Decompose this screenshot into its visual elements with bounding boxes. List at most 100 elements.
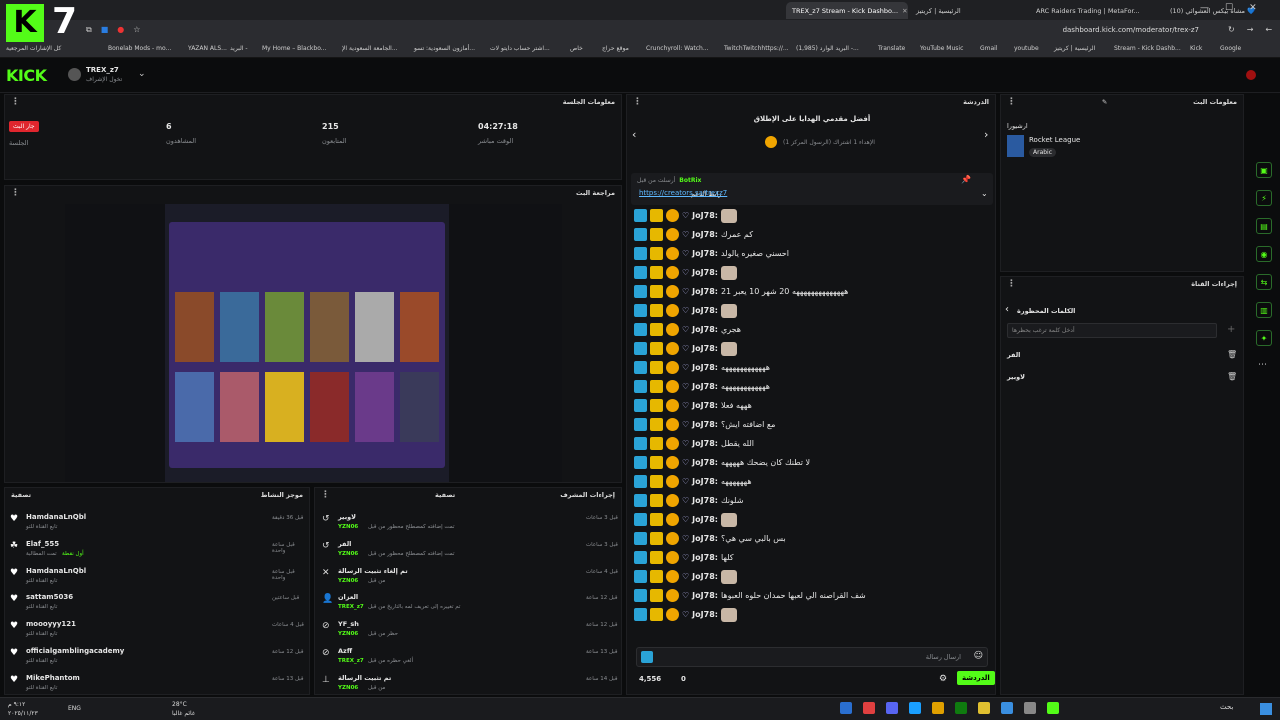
mod-action-item[interactable]: ✕ تم إلغاء تثبيت الرسالة YZN06 من قبل قب… <box>318 565 618 589</box>
chat-message[interactable]: ♡ JoJ78: كلها <box>634 549 994 566</box>
chat-username[interactable]: JoJ78: <box>692 287 718 296</box>
pinned-link[interactable]: https://creators.sa/trexz7 <box>639 189 727 197</box>
search-icon[interactable]: بحث <box>1220 703 1233 711</box>
more-icon[interactable]: ⋮ <box>11 97 20 107</box>
emote-icon[interactable]: ☺ <box>974 651 983 661</box>
chat-username[interactable]: JoJ78: <box>692 363 718 372</box>
lightning-icon[interactable] <box>641 651 653 663</box>
chevron-left-icon[interactable]: ‹ <box>1005 304 1009 315</box>
chat-username[interactable]: JoJ78: <box>692 211 718 220</box>
chat-message[interactable]: ♡ JoJ78: لا تطنك كان يضحك هههههه <box>634 454 994 471</box>
chat-username[interactable]: JoJ78: <box>692 344 718 353</box>
activity-user[interactable]: HamdanaLnQbl <box>26 567 86 575</box>
chat-username[interactable]: JoJ78: <box>692 382 718 391</box>
activity-item[interactable]: ♥ HamdanaLnQbl تابع القناة للتو قبل 36 د… <box>10 511 306 535</box>
bookmark-item[interactable]: Translate <box>878 45 905 52</box>
mod-action-by[interactable]: YZN06 <box>338 631 358 637</box>
chat-username[interactable]: JoJ78: <box>692 306 718 315</box>
bookmark-item[interactable]: (1,985) البريد الوارد -... <box>796 45 859 52</box>
app-icon[interactable] <box>1047 702 1059 714</box>
activity-item[interactable]: ♥ HamdanaLnQbl تابع القناة للتو قبل ساعة… <box>10 565 306 589</box>
star-icon[interactable]: ☆ <box>133 25 140 35</box>
chat-message[interactable]: ♡ JoJ78: كم عمرك <box>634 226 994 243</box>
clock[interactable]: ٩:١٢ م ٢٠٢٥/١١/٢٣ <box>8 700 38 718</box>
chat-message[interactable]: ♡ JoJ78: <box>634 207 994 224</box>
bookmark-item[interactable]: موقع حراج <box>602 45 629 52</box>
share-icon[interactable]: ⋯ <box>1258 360 1267 370</box>
activity-item[interactable]: ♥ MikePhantom تابع القناة للتو قبل 13 سا… <box>10 672 306 696</box>
extension-icon[interactable]: ⧉ <box>86 25 92 35</box>
app-icon[interactable] <box>955 702 967 714</box>
bookmark-item[interactable]: Google <box>1220 45 1241 52</box>
activity-user[interactable]: HamdanaLnQbl <box>26 513 86 521</box>
more-icon[interactable]: ⋮ <box>1007 279 1016 289</box>
reload-icon[interactable]: ↻ <box>1228 25 1235 34</box>
bookmark-item[interactable]: اشتر حساب دايتو لات... <box>490 45 550 52</box>
chat-message[interactable]: ♡ JoJ78: ههههههههههههههه 20 شهر 10 يعبر … <box>634 283 994 300</box>
chat-message[interactable]: ♡ JoJ78: <box>634 606 994 623</box>
activity-item[interactable]: ♥ moooyyy121 تابع القناة للتو قبل 4 ساعا… <box>10 618 306 642</box>
chat-username[interactable]: JoJ78: <box>692 610 718 619</box>
chat-username[interactable]: JoJ78: <box>692 591 718 600</box>
blocked-word-input[interactable]: أدخل كلمة ترغب بحظرها <box>1007 323 1217 338</box>
chat-message[interactable]: ♡ JoJ78: ههههههههههههه <box>634 378 994 395</box>
bookmark-item[interactable]: youtube <box>1014 45 1039 52</box>
maximize-icon[interactable]: ☐ <box>1225 3 1233 13</box>
add-icon[interactable]: + <box>1227 324 1235 335</box>
close-window-icon[interactable]: ✕ <box>1249 3 1257 13</box>
pin-icon[interactable]: 📌 <box>961 175 971 184</box>
filter-button[interactable]: تصفية <box>11 491 31 499</box>
chat-message[interactable]: ♡ JoJ78: <box>634 568 994 585</box>
app-icon[interactable] <box>840 702 852 714</box>
more-icon[interactable]: ⋮ <box>321 490 330 500</box>
language-indicator[interactable]: ENG <box>68 705 81 712</box>
more-icon[interactable]: ⋮ <box>1007 97 1016 107</box>
chat-username[interactable]: JoJ78: <box>692 249 718 258</box>
mod-action-by[interactable]: YZN06 <box>338 578 358 584</box>
filter-button[interactable]: تصفية <box>435 491 455 499</box>
chat-send-button[interactable]: الدردشة <box>957 671 995 685</box>
chat-message[interactable]: ♡ JoJ78: احسني صغيره يالولد <box>634 245 994 262</box>
chat-message[interactable]: ♡ JoJ78: <box>634 264 994 281</box>
chat-message[interactable]: ♡ JoJ78: هههههههه <box>634 473 994 490</box>
toggle-icon[interactable]: ⇆ <box>1256 274 1272 290</box>
bookmark-item[interactable]: كل الإشارات المرجعية <box>6 45 61 52</box>
tab-kick-dashboard[interactable]: TREX_z7 Stream - Kick Dashbo... ✕ <box>786 2 908 19</box>
bookmark-item[interactable]: الجامعة السعودية الإ... <box>342 45 398 52</box>
chat-username[interactable]: JoJ78: <box>692 458 718 467</box>
bookmark-item[interactable]: Kick <box>1190 45 1202 52</box>
mod-action-item[interactable]: ⊘ Azff TREX_z7 ألغي حظره من قبل قبل 13 س… <box>318 645 618 669</box>
trash-icon[interactable]: 🗑 <box>1227 372 1237 381</box>
app-icon[interactable] <box>886 702 898 714</box>
activity-item[interactable]: ♥ sattam5036 تابع القناة للتو قبل ساعتين <box>10 591 306 615</box>
mod-action-item[interactable]: ⊥ تم تثبيت الرسالة YZN06 من قبل قبل 14 س… <box>318 672 618 696</box>
mod-action-by[interactable]: TREX_z7 <box>338 658 364 664</box>
app-icon[interactable] <box>932 702 944 714</box>
bookmark-item[interactable]: Stream - Kick Dashb... <box>1114 45 1181 52</box>
bookmark-item[interactable]: البريد - <box>230 45 248 52</box>
clipboard-icon[interactable]: ▤ <box>1256 218 1272 234</box>
activity-user[interactable]: moooyyy121 <box>26 620 76 628</box>
wrench-icon[interactable]: ✦ <box>1256 330 1272 346</box>
mod-action-item[interactable]: ↺ الفر YZN06 تمت إضافته كمصطلح محظور من … <box>318 538 618 562</box>
app-icon[interactable] <box>1001 702 1013 714</box>
start-icon[interactable] <box>1260 703 1272 715</box>
chat-message[interactable]: ♡ JoJ78: شف القراصنه الي لعبها حمدان حلو… <box>634 587 994 604</box>
bookmark-item[interactable]: أمازون السعودية: تسو... <box>414 45 475 52</box>
chat-username[interactable]: JoJ78: <box>692 572 718 581</box>
bookmark-item[interactable]: TwitchTwitchhttps://... <box>724 45 789 52</box>
activity-item[interactable]: ☘ Elaf_555 تمت المطالبة أول نقطة قبل ساع… <box>10 538 306 562</box>
chat-username[interactable]: JoJ78: <box>692 401 718 410</box>
close-icon[interactable]: ✕ <box>902 7 907 15</box>
chat-message[interactable]: ♡ JoJ78: <box>634 511 994 528</box>
minimize-icon[interactable]: — <box>1200 3 1209 13</box>
chat-username[interactable]: JoJ78: <box>692 477 718 486</box>
chat-username[interactable]: JoJ78: <box>692 515 718 524</box>
chat-message[interactable]: ♡ JoJ78: شلونك <box>634 492 994 509</box>
chat-username[interactable]: JoJ78: <box>692 325 718 334</box>
forward-icon[interactable]: → <box>1247 25 1254 34</box>
bookmark-item[interactable]: Bonelab Mods - mo... <box>108 45 171 52</box>
bookmark-item[interactable]: My Home – Blackbo... <box>262 45 327 52</box>
chat-message[interactable]: ♡ JoJ78: هجري <box>634 321 994 338</box>
app-icon[interactable] <box>863 702 875 714</box>
